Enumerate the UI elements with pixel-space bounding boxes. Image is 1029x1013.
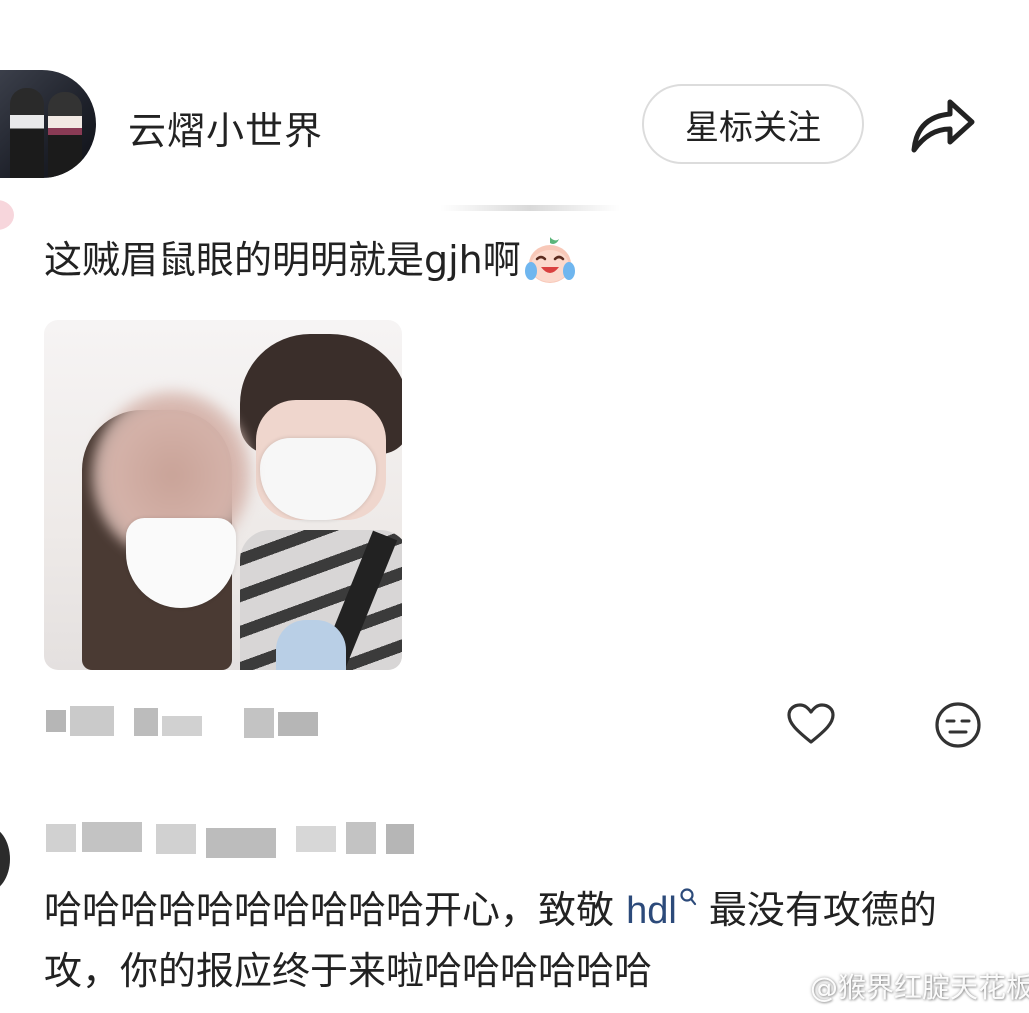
share-icon[interactable] xyxy=(906,92,978,156)
pixelated-metadata xyxy=(44,706,324,740)
neutral-face-icon[interactable] xyxy=(934,701,982,749)
watermark: @猴界红腚天花板 xyxy=(774,966,1029,1006)
star-follow-button[interactable]: 星标关注 xyxy=(642,84,864,164)
username[interactable]: 云熠小世界 xyxy=(128,100,323,155)
pixelated-commenter-name xyxy=(46,820,418,862)
avatar-figure-right xyxy=(48,92,82,178)
post-text: 这贼眉鼠眼的明明就是gjh啊 xyxy=(44,232,577,288)
photo-blue-clothing xyxy=(276,620,346,670)
cropped-content-edge xyxy=(440,205,620,211)
post-text-content: 这贼眉鼠眼的明明就是gjh啊 xyxy=(44,238,521,282)
commenter-avatar[interactable] xyxy=(0,826,10,892)
avatar-figure-left xyxy=(10,88,44,178)
avatar[interactable] xyxy=(0,70,96,178)
post-header: 云熠小世界 星标关注 xyxy=(0,0,1029,210)
crying-laughing-peach-emoji-icon xyxy=(524,237,575,283)
hdl-link[interactable]: hdl xyxy=(626,888,697,932)
hdl-link-label: hdl xyxy=(626,890,677,932)
heart-icon[interactable] xyxy=(786,702,836,746)
photo-man-mask xyxy=(260,438,376,520)
post-image[interactable] xyxy=(44,320,402,670)
weibo-icon xyxy=(775,975,804,998)
watermark-text: @猴界红腚天花板 xyxy=(810,971,1029,1004)
comment-text-before: 哈哈哈哈哈哈哈哈哈哈开心，致敬 xyxy=(44,888,627,932)
search-icon xyxy=(680,888,696,906)
